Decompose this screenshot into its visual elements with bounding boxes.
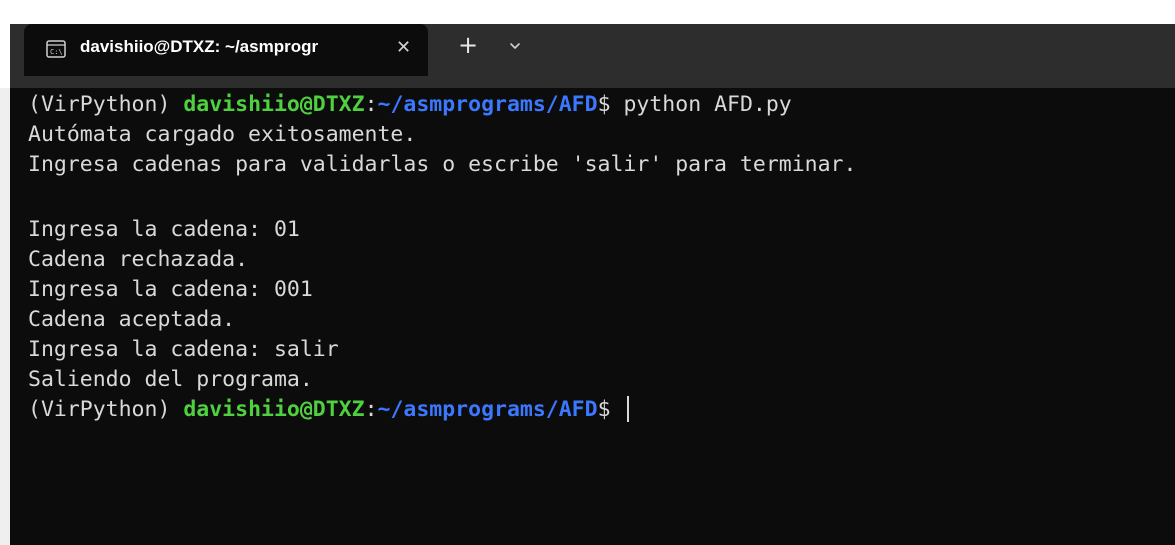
output-line: Saliendo del programa. [28, 367, 313, 392]
virtualenv-label: (VirPython) [28, 397, 184, 422]
prompt-dollar: $ [597, 397, 624, 422]
virtualenv-label: (VirPython) [28, 92, 184, 117]
text-cursor [627, 396, 630, 422]
background-window-edge-bottom [0, 88, 10, 545]
prompt-line: (VirPython) davishiio@DTXZ:~/asmprograms… [28, 395, 630, 425]
prompt-colon: : [364, 92, 378, 117]
output-line: Ingresa la cadena: 001 [28, 277, 313, 302]
new-tab-button[interactable]: + [458, 33, 478, 57]
terminal-output[interactable]: (VirPython) davishiio@DTXZ:~/asmprograms… [10, 88, 1175, 545]
command-text: python AFD.py [623, 92, 792, 117]
terminal-icon: C:\ [46, 40, 66, 58]
background-window-edge-top [0, 0, 10, 88]
output-line: Ingresa cadenas para validarlas o escrib… [28, 152, 857, 177]
prompt-colon: : [364, 397, 378, 422]
user-host: davishiio@DTXZ [183, 92, 365, 117]
output-line: Ingresa la cadena: 01 [28, 217, 300, 242]
tab-title: davishiio@DTXZ: ~/asmprogr [80, 37, 319, 56]
svg-text:C:\: C:\ [50, 48, 63, 56]
title-bar: C:\ davishiio@DTXZ: ~/asmprogr ✕ + [10, 0, 1175, 88]
output-line: Cadena rechazada. [28, 247, 249, 272]
chevron-down-icon[interactable] [506, 37, 524, 55]
title-bar-margin [10, 0, 1175, 24]
output-line: Autómata cargado exitosamente. [28, 122, 417, 147]
output-line: Ingresa la cadena: salir [28, 337, 339, 362]
terminal-window: C:\ davishiio@DTXZ: ~/asmprogr ✕ + (VirP… [0, 0, 1175, 545]
user-host: davishiio@DTXZ [183, 397, 365, 422]
prompt-dollar: $ [597, 92, 624, 117]
tab-terminal[interactable]: C:\ davishiio@DTXZ: ~/asmprogr ✕ [24, 24, 428, 76]
prompt-line: (VirPython) davishiio@DTXZ:~/asmprograms… [28, 90, 792, 120]
background-window-edge [0, 0, 10, 545]
close-tab-icon[interactable]: ✕ [396, 37, 411, 58]
current-path: ~/asmprograms/AFD [377, 397, 598, 422]
output-line: Cadena aceptada. [28, 307, 236, 332]
current-path: ~/asmprograms/AFD [377, 92, 598, 117]
